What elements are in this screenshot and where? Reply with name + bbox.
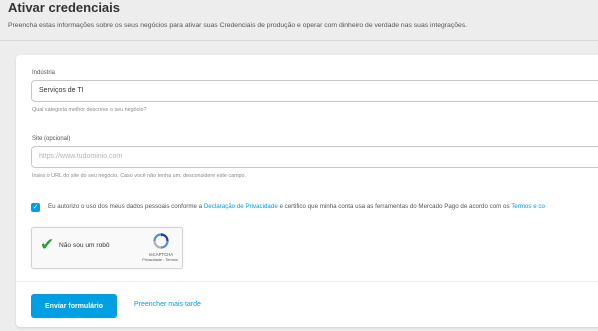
site-label: Site (opcional): [32, 136, 71, 142]
header-divider: [0, 40, 598, 41]
fill-later-link[interactable]: Preencher mais tarde: [134, 301, 201, 308]
industry-help: Qual categoria melhor descreve o seu neg…: [32, 107, 147, 113]
recaptcha-terms[interactable]: Privacidade - Termos: [138, 258, 182, 262]
terms-link[interactable]: Termos e co: [511, 203, 545, 210]
consent-checkbox[interactable]: ✓: [31, 203, 40, 212]
site-input[interactable]: https://www.tudominio.com: [31, 146, 598, 168]
recaptcha-brand: reCAPTCHA: [148, 252, 174, 257]
page-subtitle: Preencha estas informações sobre os seus…: [8, 22, 468, 29]
consent-text: Eu autorizo o uso dos meus dados pessoai…: [48, 203, 545, 210]
recaptcha-check-icon[interactable]: ✔: [40, 235, 54, 255]
privacy-policy-link[interactable]: Declaração de Privacidade: [204, 203, 278, 210]
submit-form-button[interactable]: Enviar formulário: [31, 294, 117, 318]
industry-label: Indústria: [32, 70, 56, 76]
page-title: Ativar credenciais: [8, 0, 121, 15]
page-header: Ativar credenciais Preencha estas inform…: [8, 0, 598, 29]
recaptcha-label: Não sou um robô: [59, 242, 110, 249]
checkmark-icon: ✓: [32, 204, 39, 211]
credentials-form-card: Indústria Serviços de TI Qual categoria …: [16, 55, 598, 327]
site-placeholder: https://www.tudominio.com: [39, 153, 123, 160]
actions-divider: [16, 281, 598, 282]
site-help: Insira o URL do site do seu negócio. Cas…: [32, 173, 247, 179]
industry-value: Serviços de TI: [39, 87, 84, 94]
industry-input[interactable]: Serviços de TI: [31, 80, 598, 102]
recaptcha-widget[interactable]: ✔ Não sou um robô reCAPTCHA Privacidade …: [31, 227, 183, 269]
recaptcha-logo-icon: [153, 233, 169, 249]
